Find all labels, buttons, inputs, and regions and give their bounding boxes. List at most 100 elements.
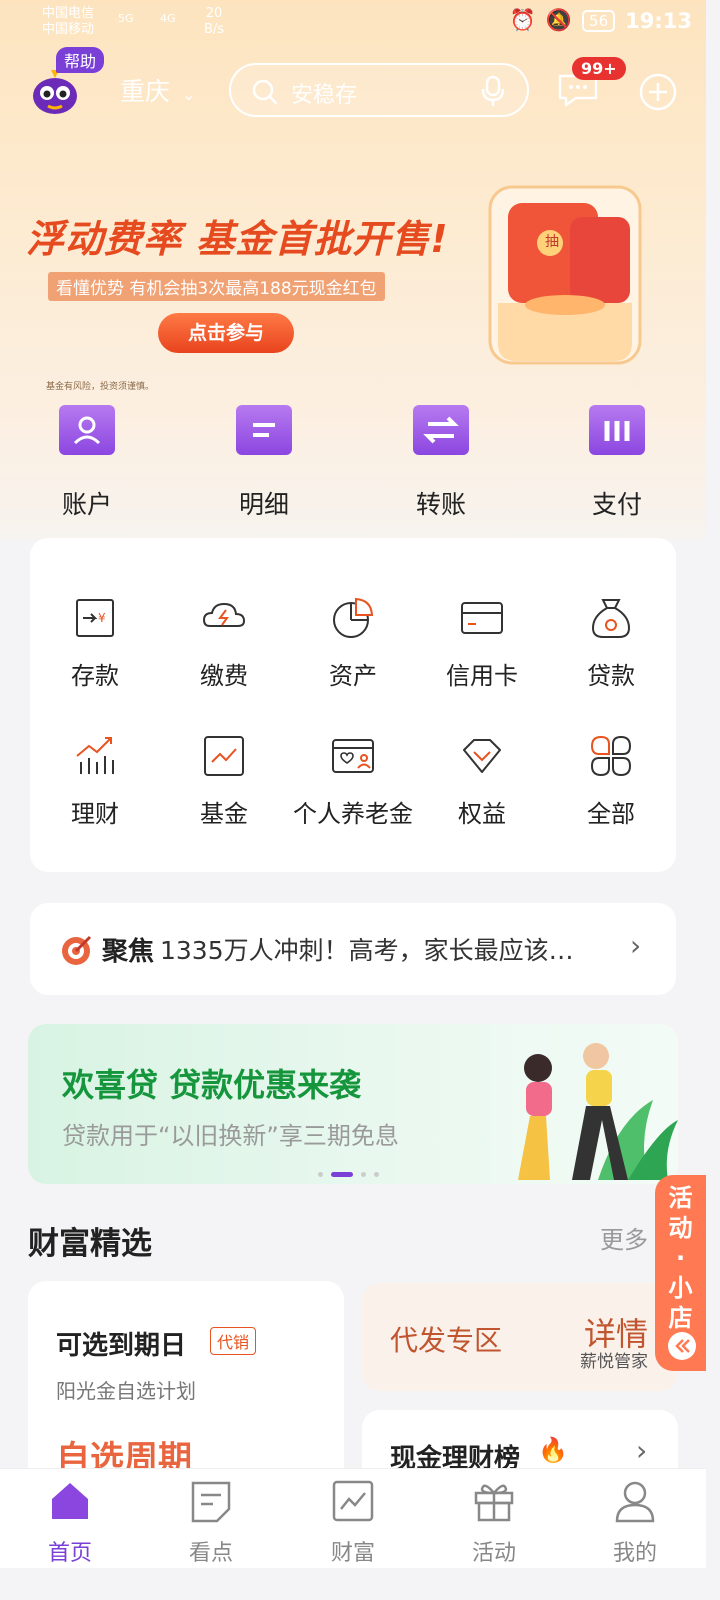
search-placeholder: 安稳存 [291, 83, 358, 108]
red-envelope-illustration [488, 185, 642, 365]
pagination-dot [318, 1172, 323, 1177]
quick-action-label: 账户 [61, 490, 112, 519]
battery-indicator: 56 [582, 9, 616, 32]
carrier-1: 中国电信 [42, 6, 95, 21]
banner-title: 浮动费率 基金首批开售! [26, 217, 449, 261]
gift-icon [474, 1484, 514, 1522]
news-icon [191, 1481, 231, 1523]
quick-action-transfer[interactable]: 转账 [386, 405, 496, 521]
service-label: 个人养老金 [293, 800, 413, 828]
svg-text:¥: ¥ [98, 611, 106, 625]
side-tab-char: 店 [668, 1304, 693, 1332]
loan-bag-icon [591, 599, 631, 638]
mute-icon: 🔕 [545, 8, 573, 32]
wealth-chart-icon [76, 737, 114, 774]
home-icon [52, 1483, 88, 1519]
chevron-right-icon: › [636, 1434, 648, 1467]
statement-icon [236, 405, 292, 455]
focus-target-icon [62, 935, 92, 965]
side-tab-char: · [675, 1244, 686, 1272]
banner-join-button[interactable]: 点击参与 [158, 313, 294, 353]
quick-action-label: 支付 [591, 490, 642, 519]
fund-chart-icon [204, 736, 244, 776]
search-bar[interactable]: 安稳存 [229, 63, 529, 117]
city-selector[interactable]: 重庆 ⌄ [120, 72, 195, 108]
wealth-card-title: 代发专区 [390, 1324, 503, 1357]
assets-pie-icon [333, 597, 374, 638]
envelope-char: 抽 [545, 234, 559, 250]
service-label: 全部 [587, 800, 635, 828]
tab-label: 财富 [330, 1541, 375, 1566]
net-speed-unit: B/s [204, 22, 225, 37]
promo-title: 欢喜贷 贷款优惠来袭 [62, 1066, 362, 1104]
bottom-tab-bar: 首页 看点 财富 活动 我的 [0, 1468, 706, 1568]
side-tab-char: 活 [668, 1184, 693, 1212]
quick-action-statement[interactable]: 明细 [209, 405, 319, 521]
wealth-more-link[interactable]: 更多 [600, 1220, 648, 1255]
payment-icon [589, 405, 645, 455]
tab-label: 看点 [188, 1541, 233, 1566]
quick-action-label: 转账 [415, 490, 466, 519]
banner-subtitle: 看懂优势 有机会抽3次最高188元现金红包 [48, 272, 385, 301]
microphone-icon[interactable] [481, 75, 505, 107]
alarm-icon: ⏰ [509, 8, 536, 32]
collapse-arrows-icon[interactable] [667, 1331, 697, 1361]
activity-shop-tab[interactable]: 活 动 · 小 店 [655, 1175, 706, 1371]
all-grid-icon [590, 735, 632, 777]
news-ticker[interactable]: 聚焦 1335万人冲刺！高考，家长最应该… › [30, 903, 676, 995]
benefits-diamond-icon [463, 739, 501, 773]
services-card: ¥ 存款 缴费 资产 信用卡 贷款 理财 基金 个人养老金 权益 全部 [30, 538, 676, 872]
account-icon [59, 405, 115, 455]
wealth-card-payroll[interactable]: 代发专区 详情 薪悦管家 [362, 1283, 678, 1391]
wealth-card-subtitle: 薪悦管家 [580, 1352, 648, 1372]
banner-risk-note: 基金有风险，投资须谨慎。 [46, 382, 155, 392]
quick-action-label: 明细 [238, 490, 289, 519]
add-icon[interactable] [638, 72, 678, 112]
transfer-icon [413, 405, 469, 455]
side-tab-char: 小 [668, 1274, 693, 1302]
service-label: 权益 [458, 800, 506, 828]
chevron-down-icon: ⌄ [181, 85, 196, 104]
service-label: 存款 [71, 662, 119, 690]
tab-label: 我的 [612, 1541, 657, 1566]
city-label: 重庆 [120, 77, 171, 106]
quick-action-account[interactable]: 账户 [32, 405, 142, 521]
quick-action-payment[interactable]: 支付 [562, 405, 672, 521]
search-icon [252, 79, 278, 105]
service-label: 理财 [71, 800, 119, 828]
flame-icon: 🔥 [538, 1436, 568, 1464]
status-bar-carriers: 中国电信 中国移动 [42, 6, 94, 38]
status-bar-right: ⏰ 🔕 56 19:13 [510, 8, 692, 33]
bill-pay-icon [202, 602, 246, 627]
net-speed: 20 B/s [204, 6, 224, 38]
wealth-section-title: 财富精选 [28, 1226, 152, 1262]
carrier-2: 中国移动 [42, 22, 95, 37]
service-label: 基金 [200, 800, 248, 828]
distribution-tag: 代销 [210, 1327, 257, 1355]
clock: 19:13 [625, 8, 692, 33]
side-tab-char: 动 [668, 1214, 693, 1242]
service-label: 贷款 [587, 662, 635, 690]
pagination-dot [361, 1172, 366, 1177]
net-speed-value: 20 [205, 6, 223, 21]
pagination-dot [374, 1172, 379, 1177]
profile-icon [615, 1481, 655, 1523]
promo-subtitle: 贷款用于“以旧换新”享三期免息 [62, 1122, 399, 1150]
help-badge[interactable]: 帮助 [56, 47, 105, 73]
service-label: 缴费 [200, 662, 248, 690]
dancing-couple-illustration [518, 1043, 678, 1180]
service-label: 信用卡 [446, 662, 518, 690]
tab-label: 首页 [47, 1541, 92, 1566]
tab-label: 活动 [471, 1541, 516, 1566]
message-count-badge: 99+ [572, 57, 626, 80]
promo-pagination [318, 1172, 379, 1177]
network-1: 5G [118, 12, 134, 25]
promo-banner[interactable]: 欢喜贷 贷款优惠来袭 贷款用于“以旧换新”享三期免息 [28, 1024, 678, 1184]
pension-card-icon [332, 739, 374, 773]
credit-card-icon [461, 602, 503, 634]
wealth-card-title: 可选到期日 [56, 1331, 187, 1361]
pagination-dot-active [331, 1172, 353, 1177]
news-tag: 聚焦 [102, 937, 155, 967]
news-headline: 1335万人冲刺！高考，家长最应该… [160, 936, 574, 965]
mascot-avatar[interactable] [28, 66, 82, 116]
